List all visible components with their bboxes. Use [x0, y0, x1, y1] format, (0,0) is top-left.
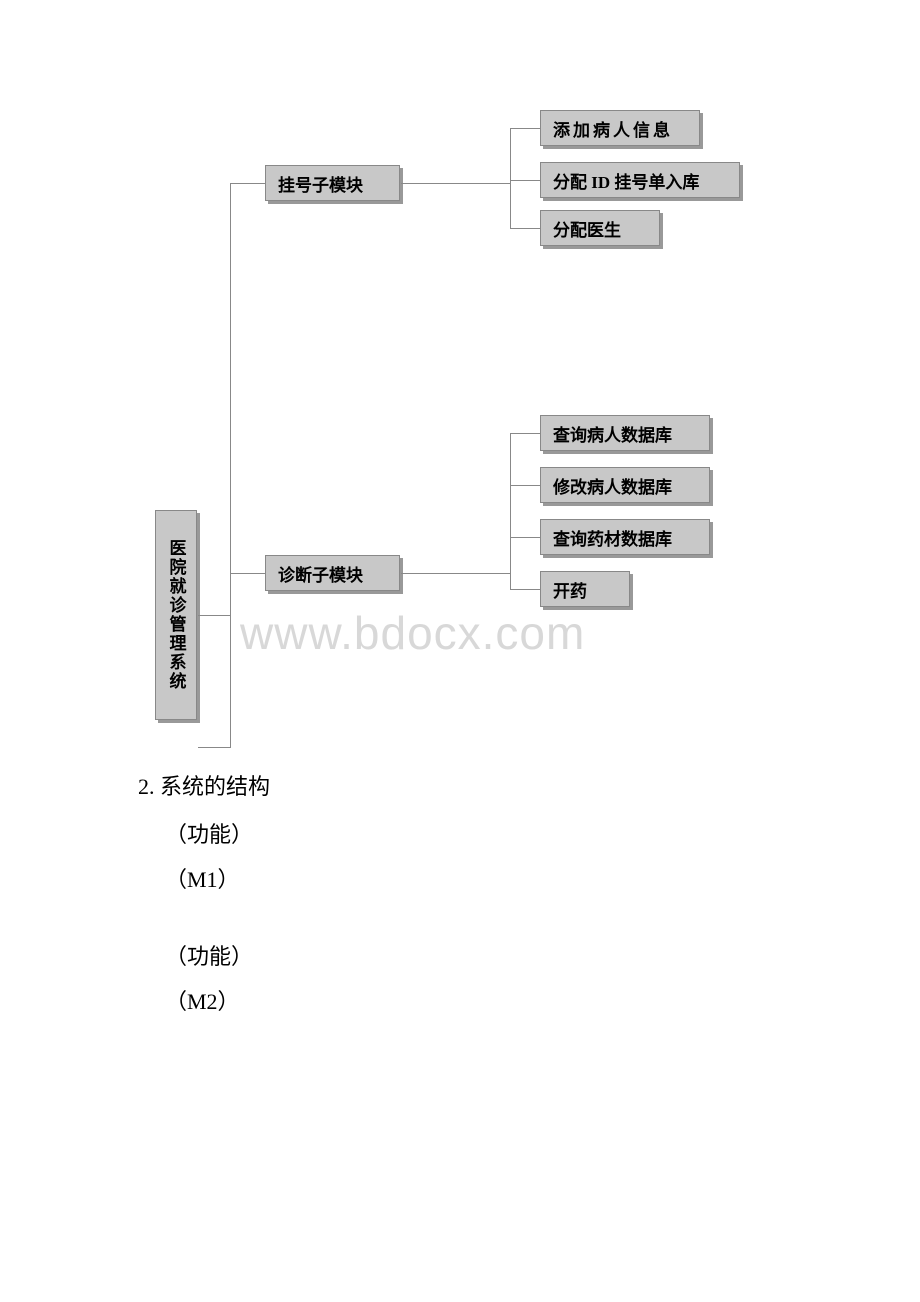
module-2-node: 诊断子模块 — [265, 555, 400, 591]
body-text-line: （M2） — [165, 980, 240, 1024]
connector-line — [510, 180, 540, 181]
connector-line — [230, 573, 265, 574]
body-text-line: （M1） — [165, 858, 240, 902]
module-1-node: 挂号子模块 — [265, 165, 400, 201]
connector-line — [510, 128, 511, 228]
section-title: 2. 系统的结构 — [138, 765, 270, 809]
m2-child-1: 查询病人数据库 — [540, 415, 710, 451]
m1-child-1: 添加病人信息 — [540, 110, 700, 146]
body-text-line: （功能） — [165, 813, 253, 857]
body-text-line: （功能） — [165, 935, 253, 979]
connector-line — [510, 128, 540, 129]
connector-line — [510, 589, 540, 590]
m2-child-4: 开药 — [540, 571, 630, 607]
connector-line — [510, 228, 540, 229]
root-node: 医院就诊管理系统 — [155, 510, 197, 720]
m2-child-2: 修改病人数据库 — [540, 467, 710, 503]
m1-child-2: 分配 ID 挂号单入库 — [540, 162, 740, 198]
connector-line — [401, 573, 510, 574]
m2-child-3: 查询药材数据库 — [540, 519, 710, 555]
connector-line — [510, 537, 540, 538]
connector-line — [198, 747, 230, 748]
m1-child-3: 分配医生 — [540, 210, 660, 246]
connector-line — [510, 485, 540, 486]
watermark-text: www.bdocx.com — [240, 606, 585, 660]
connector-line — [230, 183, 231, 748]
connector-line — [198, 615, 230, 616]
connector-line — [230, 183, 265, 184]
connector-line — [510, 433, 540, 434]
org-chart-diagram: www.bdocx.com 医院就诊管理系统 挂号子模块 添加病人信息 分配 I… — [0, 0, 920, 760]
connector-line — [510, 433, 511, 589]
connector-line — [401, 183, 510, 184]
